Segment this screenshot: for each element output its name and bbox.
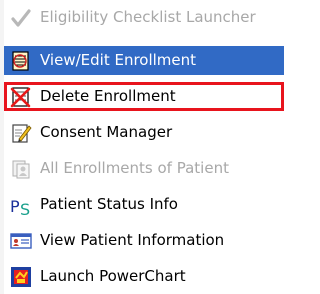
menu-item-label: Launch PowerChart — [40, 267, 186, 285]
menu-item-label: Delete Enrollment — [40, 87, 176, 105]
menu-item-label: View/Edit Enrollment — [40, 51, 197, 69]
menu-item-patient-status-info[interactable]: P S Patient Status Info — [4, 190, 276, 219]
powerchart-icon — [11, 267, 31, 287]
enrollment-edit-icon — [12, 51, 29, 71]
consent-pencil-icon — [12, 124, 32, 143]
menu-item-label: All Enrollments of Patient — [40, 159, 229, 177]
menu-item-launch-powerchart[interactable]: Launch PowerChart — [4, 262, 276, 291]
menu-item-label: Consent Manager — [40, 123, 173, 141]
delete-enrollment-icon — [10, 87, 31, 108]
menu-item-label: View Patient Information — [40, 231, 225, 249]
menu-item-view-edit-enrollment[interactable]: View/Edit Enrollment — [4, 46, 284, 75]
ps-status-icon: P S — [10, 197, 30, 216]
menu-item-view-patient-information[interactable]: View Patient Information — [4, 226, 276, 255]
context-menu: Eligibility Checklist Launcher View/Edit… — [0, 0, 306, 294]
enrollments-list-icon — [12, 160, 30, 179]
menu-item-eligibility-checklist-launcher[interactable]: Eligibility Checklist Launcher — [4, 3, 276, 32]
patient-card-icon — [10, 233, 32, 249]
menu-item-consent-manager[interactable]: Consent Manager — [4, 118, 276, 147]
menu-item-label: Patient Status Info — [40, 195, 178, 213]
menu-item-label: Eligibility Checklist Launcher — [40, 8, 256, 26]
svg-text:S: S — [20, 200, 30, 216]
menu-item-delete-enrollment[interactable]: Delete Enrollment — [4, 82, 284, 111]
menu-item-all-enrollments-of-patient[interactable]: All Enrollments of Patient — [4, 154, 276, 183]
checkmark-icon — [11, 9, 31, 27]
svg-text:P: P — [10, 197, 20, 216]
